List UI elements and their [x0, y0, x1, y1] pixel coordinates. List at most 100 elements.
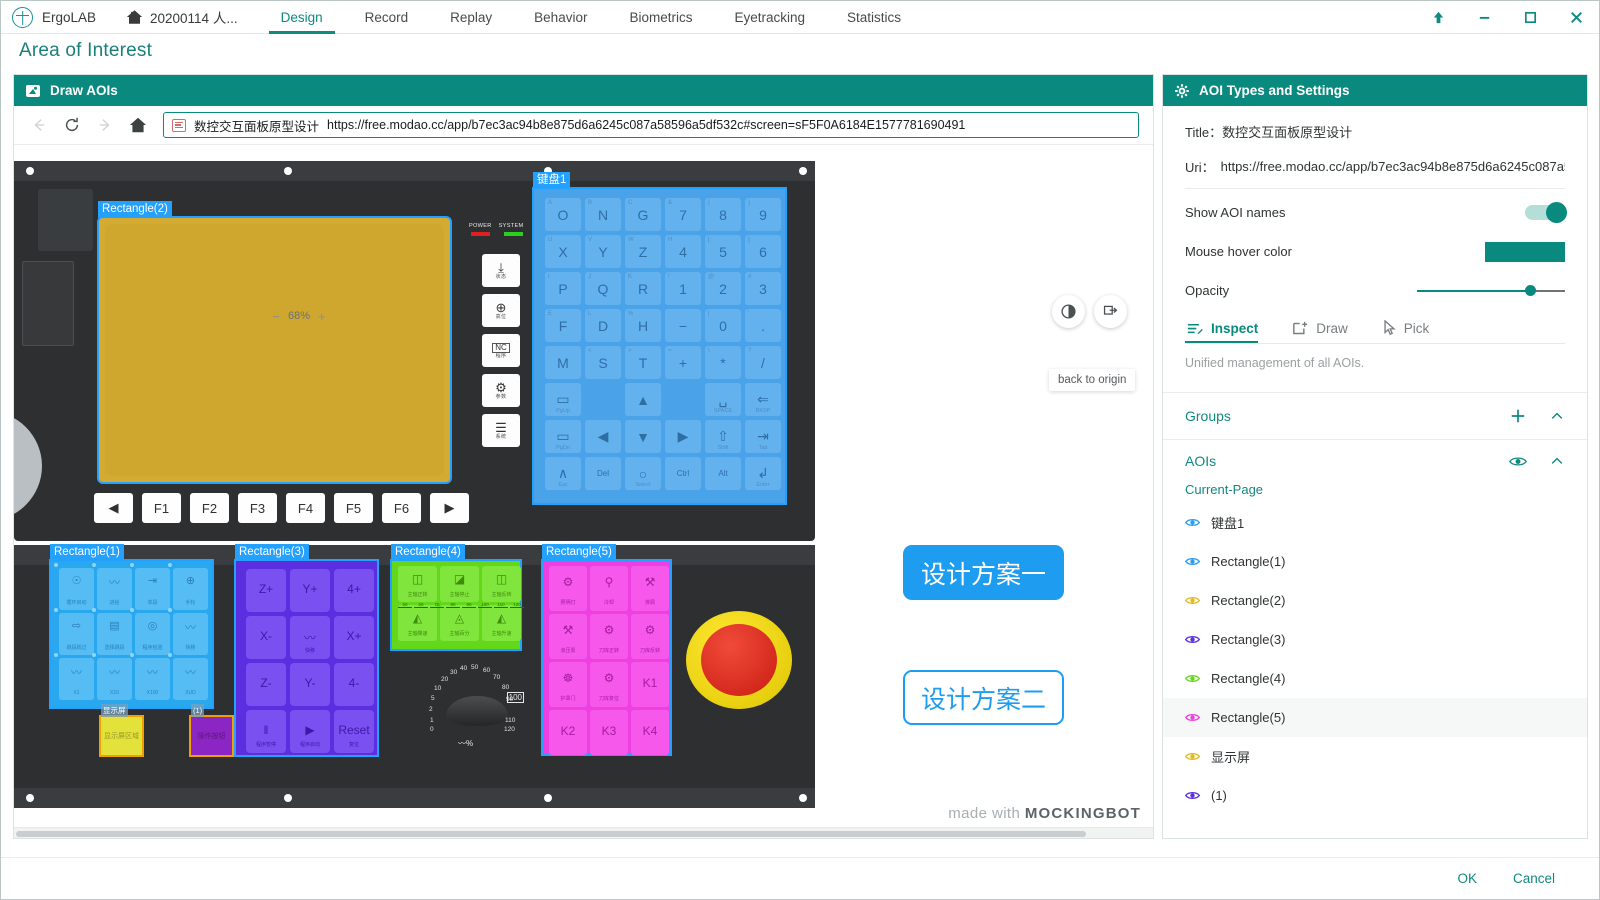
tab-record[interactable]: Record — [344, 1, 430, 34]
panel-d-key[interactable]: ⚒液压泵 — [549, 614, 587, 659]
keypad-key[interactable]: !1 — [665, 272, 701, 305]
eye-icon[interactable] — [1185, 556, 1200, 567]
panel-d-key[interactable]: K2 — [549, 710, 587, 755]
export-button[interactable] — [1094, 295, 1127, 328]
aoi-list-item[interactable]: Rectangle(1) — [1163, 542, 1587, 581]
url-bar[interactable]: 数控交互面板原型设计 https://free.modao.cc/app/b7e… — [163, 112, 1139, 138]
panel-d-key[interactable]: ⚙刀库反转 — [631, 614, 669, 659]
eye-icon[interactable] — [1185, 673, 1200, 684]
opacity-slider[interactable] — [1417, 283, 1565, 299]
upload-button[interactable] — [1415, 1, 1461, 34]
keypad-key[interactable]: AO — [545, 198, 581, 231]
panel-b-key[interactable]: 4+ — [334, 569, 374, 612]
panel-d-key[interactable]: K1 — [631, 662, 669, 707]
forward-button[interactable] — [88, 109, 121, 142]
panel-b-key[interactable]: 〰快移 — [290, 616, 330, 659]
keypad-key[interactable]: ▲ — [625, 383, 661, 416]
feed-override-knob[interactable]: 0 1 2 5 10 20 30 40 50 60 70 80 90 110 — [426, 660, 526, 750]
eye-icon[interactable] — [1185, 712, 1200, 723]
tab-pick[interactable]: Pick — [1380, 320, 1442, 343]
panel-b-key[interactable]: Y+ — [290, 569, 330, 612]
keypad-key[interactable]: :− — [665, 309, 701, 342]
keypad-key[interactable]: ▼ — [625, 420, 661, 453]
minimize-button[interactable] — [1461, 1, 1507, 34]
emergency-stop-button[interactable] — [686, 611, 792, 709]
reload-button[interactable] — [55, 109, 88, 142]
panel-b-key[interactable]: Reset复位 — [334, 710, 374, 753]
collapse-groups-button[interactable] — [1549, 408, 1565, 424]
side-button-position[interactable]: ⊕高位 — [482, 294, 520, 327]
keypad-key[interactable]: ▭PgDn — [545, 420, 581, 453]
keypad-key[interactable]: JQ — [585, 272, 621, 305]
aoi-list-item[interactable]: Rectangle(5) — [1163, 698, 1587, 737]
keypad-key[interactable]: ]6 — [745, 235, 781, 268]
tab-statistics[interactable]: Statistics — [826, 1, 922, 34]
canvas-scrollbar-thumb[interactable] — [16, 831, 1086, 837]
show-aoi-names-toggle[interactable] — [1525, 205, 1565, 220]
fkey-f4[interactable]: F4 — [286, 493, 325, 523]
keypad-key[interactable]: IP — [545, 272, 581, 305]
aoi-list-item[interactable]: 键盘1 — [1163, 503, 1587, 542]
keypad-key[interactable]: UX — [545, 235, 581, 268]
panel-a-key[interactable]: 〰X1 — [59, 658, 94, 700]
keypad-key[interactable]: BN — [585, 198, 621, 231]
fkey-f6[interactable]: F6 — [382, 493, 421, 523]
mouse-hover-color-swatch[interactable] — [1485, 242, 1565, 262]
panel-a-key[interactable]: 〰进给 — [97, 568, 132, 610]
keypad-key[interactable]: |0 — [705, 309, 741, 342]
keypad-key[interactable]: [5 — [705, 235, 741, 268]
panel-b-key[interactable]: ▶程序启动 — [290, 710, 330, 753]
tab-eyetracking[interactable]: Eyetracking — [713, 1, 826, 34]
project-breadcrumb[interactable]: 20200114 人... — [126, 7, 238, 27]
panel-a-key[interactable]: 〰X10 — [97, 658, 132, 700]
keypad-key[interactable]: ▶ — [665, 420, 701, 453]
aoi-rectangle-2[interactable]: Rectangle(2) — [97, 216, 452, 484]
zoom-in-button[interactable]: + — [318, 309, 326, 324]
contrast-button[interactable] — [1052, 295, 1085, 328]
panel-c-key[interactable]: ◫主轴正转 — [398, 566, 437, 602]
home-button[interactable] — [121, 109, 154, 142]
side-button-system[interactable]: ☰系统 — [482, 414, 520, 447]
eye-icon[interactable] — [1185, 790, 1200, 801]
panel-a-key[interactable]: ⇥单段 — [135, 568, 170, 610]
fkey-next[interactable]: ▶ — [430, 493, 469, 523]
panel-b-key[interactable]: Z- — [246, 663, 286, 706]
keypad-key[interactable]: ?/ — [745, 346, 781, 379]
keypad-key[interactable]: Del — [585, 457, 621, 490]
side-button-program[interactable]: NC程序 — [482, 334, 520, 367]
panel-b-key[interactable]: ‖程序暂停 — [246, 710, 286, 753]
tab-biometrics[interactable]: Biometrics — [608, 1, 713, 34]
aoi-list-item[interactable]: Rectangle(3) — [1163, 620, 1587, 659]
aoi-one[interactable]: (1) 操作按钮 — [189, 715, 234, 757]
close-button[interactable] — [1553, 1, 1599, 34]
aoi-list-item[interactable]: 显示屏 — [1163, 737, 1587, 776]
canvas-prev-page-handle[interactable] — [14, 411, 42, 521]
keypad-key[interactable]: <S — [585, 346, 621, 379]
maximize-button[interactable] — [1507, 1, 1553, 34]
opacity-slider-handle[interactable] — [1525, 285, 1536, 296]
aoi-list-item[interactable]: Rectangle(2) — [1163, 581, 1587, 620]
tab-draw[interactable]: Draw — [1290, 321, 1360, 343]
fkey-f2[interactable]: F2 — [190, 493, 229, 523]
keypad-key[interactable]: '. — [745, 309, 781, 342]
keypad-key[interactable]: EF — [545, 309, 581, 342]
panel-a-key[interactable]: ◎程序检验 — [135, 613, 170, 655]
keypad-key[interactable]: \* — [705, 346, 741, 379]
panel-c-key[interactable]: ◭主轴升速 — [482, 605, 521, 641]
keypad-key[interactable]: ⇥Tab — [745, 420, 781, 453]
panel-d-key[interactable]: ⚙刀库复位 — [590, 662, 628, 707]
eye-icon[interactable] — [1185, 517, 1200, 528]
panel-b-key[interactable]: X- — [246, 616, 286, 659]
aoi-rectangle-3[interactable]: Rectangle(3) Z+Y+4+X-〰快移X+Z-Y-4-‖程序暂停▶程序… — [234, 559, 379, 757]
panel-a-key[interactable]: ⊕手轮 — [173, 568, 208, 610]
panel-a-key[interactable]: 〰XUD — [173, 658, 208, 700]
panel-d-key[interactable]: ⚒排屑 — [631, 566, 669, 611]
panel-a-key[interactable]: ⇨跳段跃过 — [59, 613, 94, 655]
panel-a-key[interactable]: ☉循环启动 — [59, 568, 94, 610]
eye-icon[interactable] — [1185, 595, 1200, 606]
panel-d-key[interactable]: ⚙照明灯 — [549, 566, 587, 611]
aoi-rectangle-1[interactable]: Rectangle(1) ☉循环启动〰进给⇥单段⊕手轮⇨跳段跃过▤选择跳段◎程序… — [49, 559, 214, 709]
keypad-key[interactable]: ◀ — [585, 420, 621, 453]
aoi-rectangle-5[interactable]: Rectangle(5) ⚙照明灯⚲冷却⚒排屑⚒液压泵⚙刀库正转⚙刀库反转☸护罩… — [541, 559, 672, 756]
panel-b-key[interactable]: Z+ — [246, 569, 286, 612]
